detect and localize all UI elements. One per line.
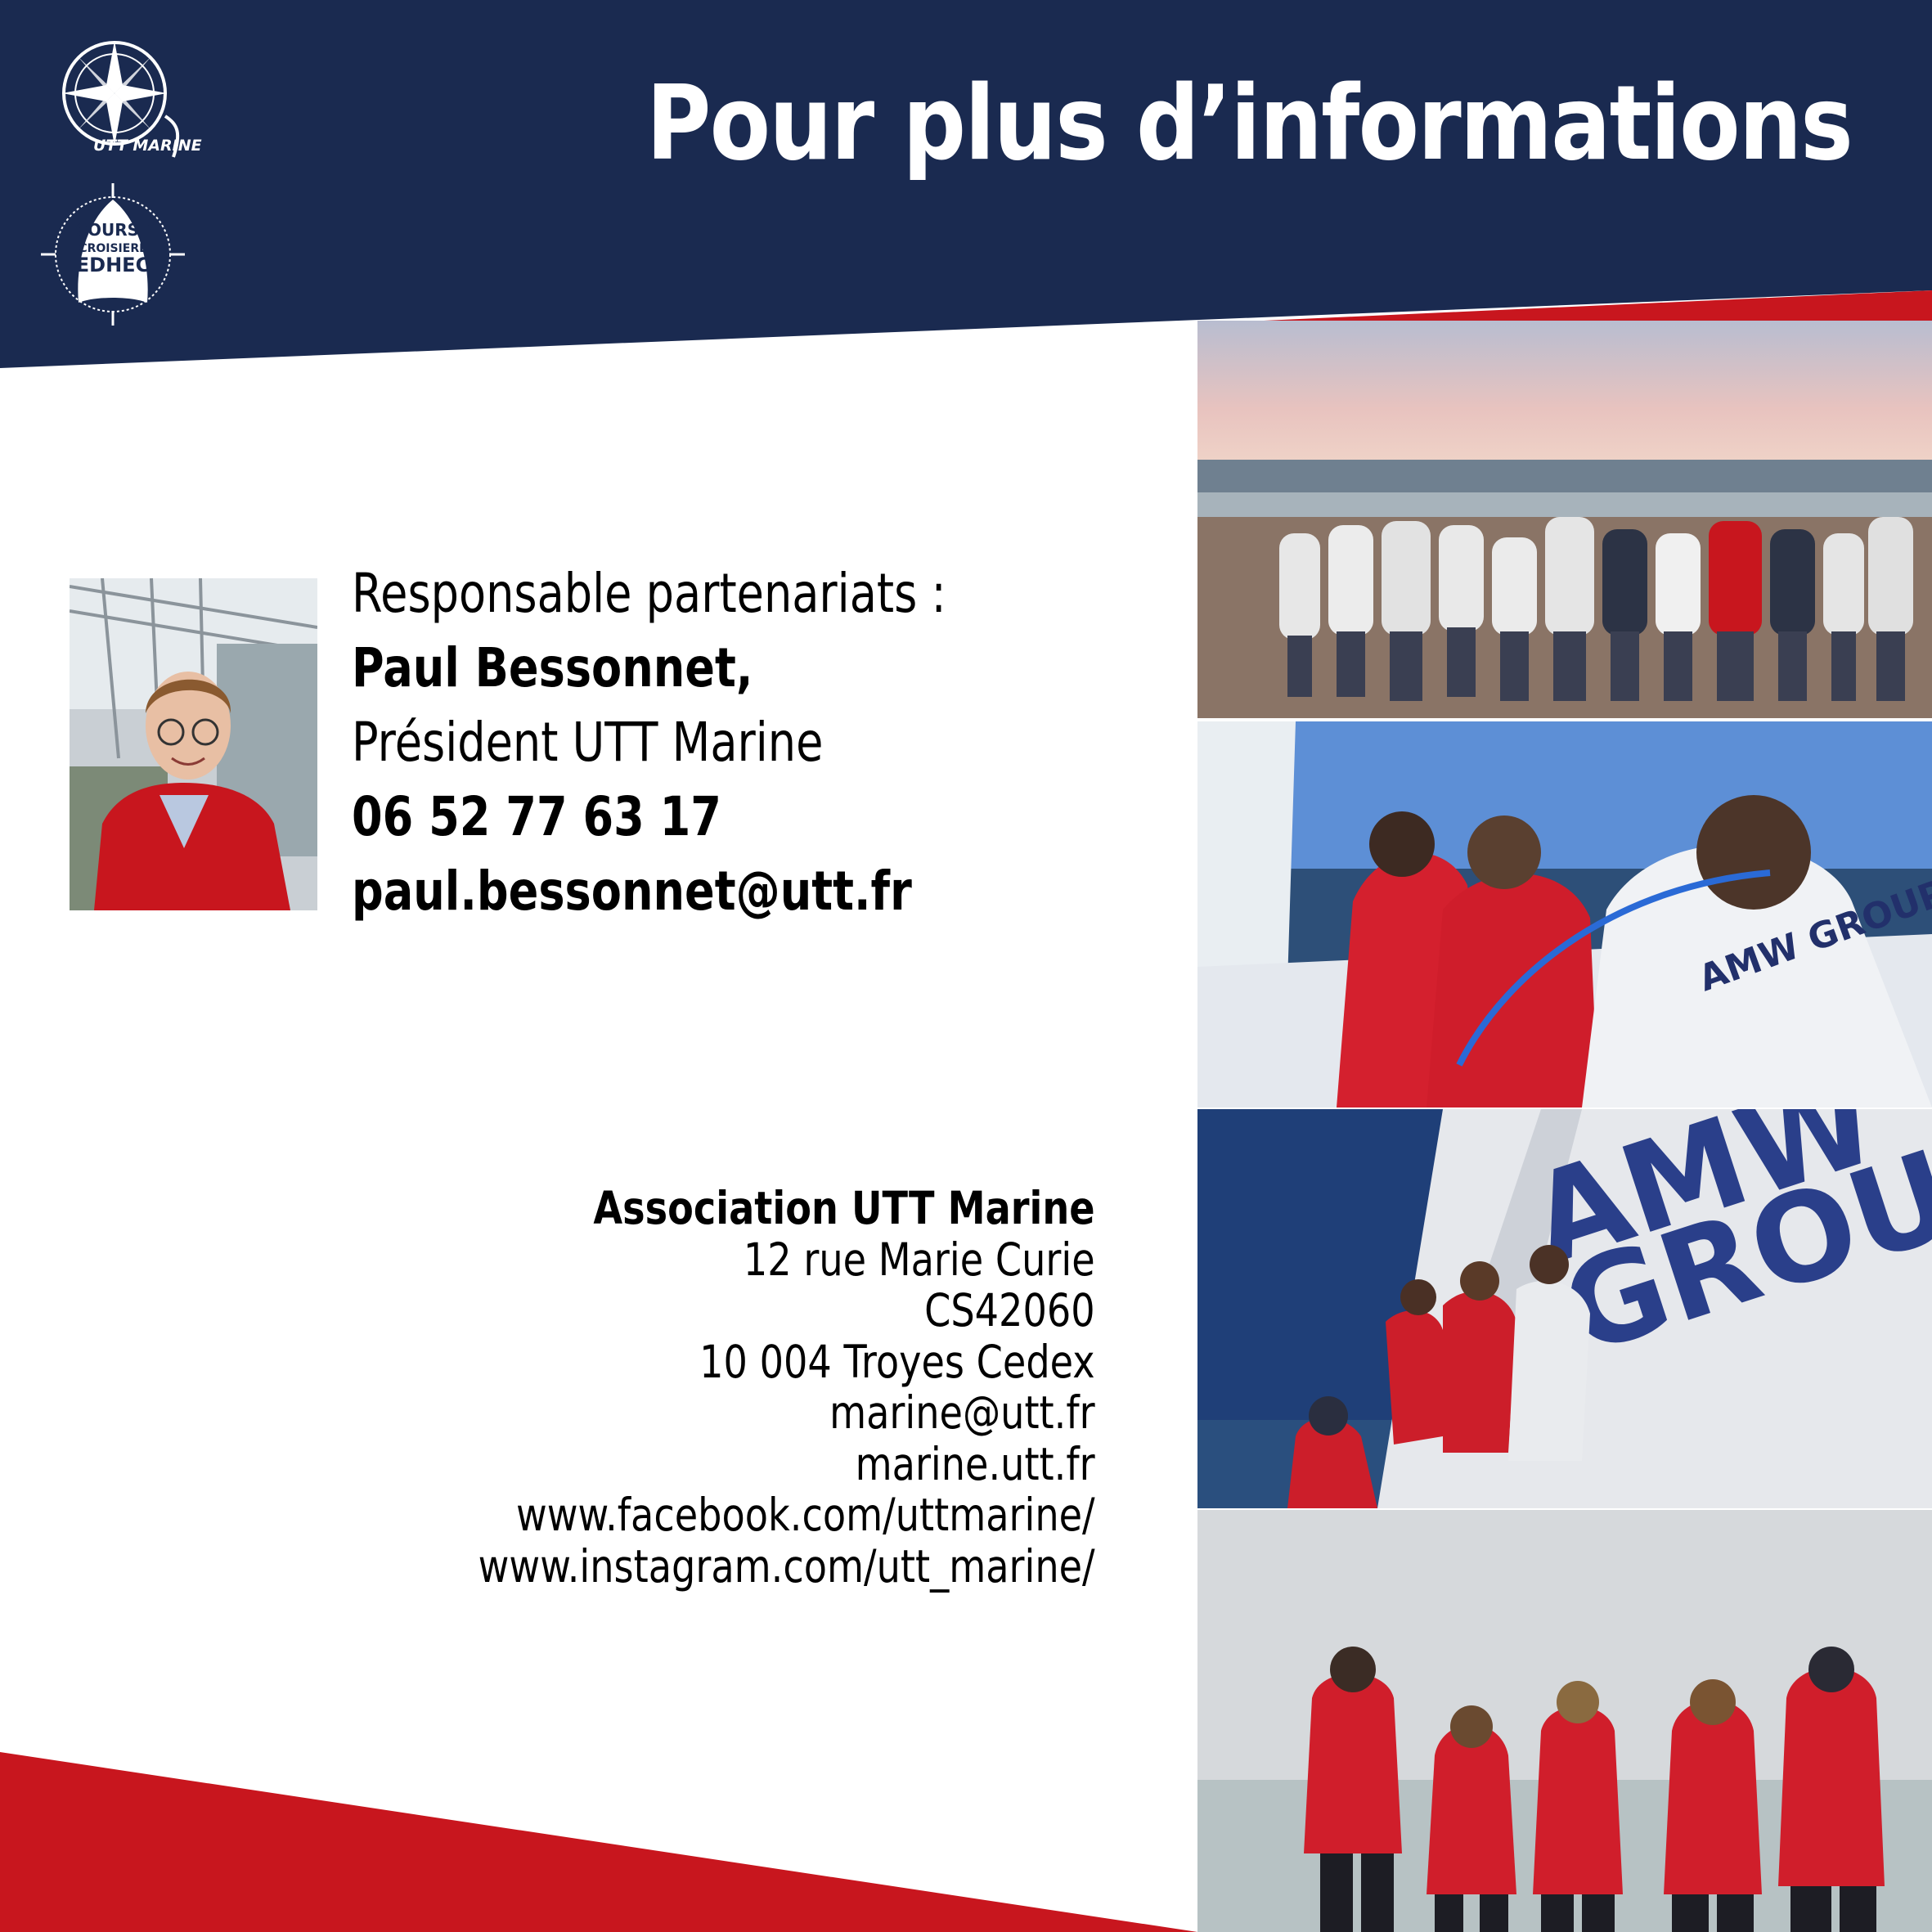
photo-sail-hiking: AMW GROUP <box>1197 1109 1932 1508</box>
utt-marine-logo-text: UTT MARINE <box>93 137 202 155</box>
page-title: Pour plus d’informations <box>645 63 1853 183</box>
address-facebook[interactable]: www.facebook.com/uttmarine/ <box>479 1489 1095 1541</box>
address-block: Association UTT Marine 12 rue Marie Curi… <box>361 1183 1095 1592</box>
contact-email[interactable]: paul.bessonnet@utt.fr <box>352 854 946 928</box>
address-cs: CS42060 <box>924 1284 1095 1337</box>
address-instagram[interactable]: www.instagram.com/utt_marine/ <box>479 1540 1095 1593</box>
contact-role: Responsable partenariats : <box>352 562 946 625</box>
photo-crew-backs <box>1197 1510 1932 1932</box>
photo-sailing-crew: AMW GROUP <box>1197 721 1932 1108</box>
address-street: 12 rue Marie Curie <box>744 1233 1095 1286</box>
contact-position: Président UTT Marine <box>352 711 824 774</box>
contact-block: Responsable partenariats : Paul Bessonne… <box>352 556 1076 928</box>
address-email[interactable]: marine@utt.fr <box>479 1387 1095 1439</box>
contact-name: Paul Bessonnet, <box>352 636 753 699</box>
svg-text:EDHEC: EDHEC <box>76 254 150 276</box>
red-bottom-accent <box>0 1752 1197 1932</box>
course-croisiere-edhec-logo: COURSE CROISIERE EDHEC <box>39 182 186 327</box>
svg-text:COURSE: COURSE <box>75 220 150 240</box>
photo-group-beach <box>1197 321 1932 718</box>
address-city: 10 004 Troyes Cedex <box>699 1335 1095 1388</box>
utt-marine-logo: UTT MARINE <box>43 34 202 165</box>
portrait-photo <box>70 578 317 910</box>
address-website[interactable]: marine.utt.fr <box>479 1438 1095 1490</box>
address-org: Association UTT Marine <box>593 1182 1095 1234</box>
contact-phone[interactable]: 06 52 77 63 17 <box>352 780 946 854</box>
